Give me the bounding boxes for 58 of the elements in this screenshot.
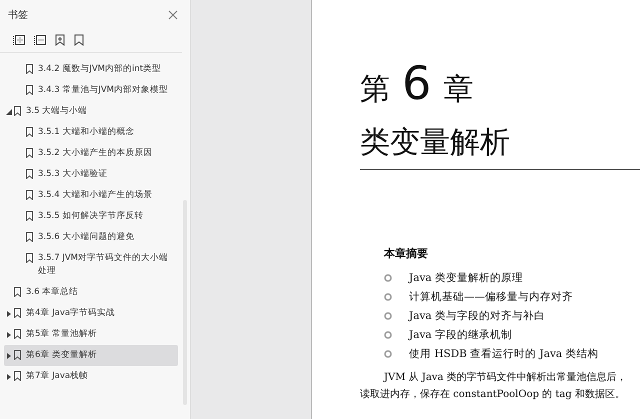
add-bookmark-icon[interactable] bbox=[55, 34, 65, 46]
summary-item: Java 类与字段的对齐与补白 bbox=[409, 309, 545, 323]
bookmark-item[interactable]: 第5章 常量池解析 bbox=[4, 324, 178, 345]
bookmark-item[interactable]: 第7章 Java栈帧 bbox=[4, 366, 178, 387]
bookmark-icon bbox=[14, 106, 21, 116]
chapter-label: 章 bbox=[443, 71, 474, 109]
bookmark-icon bbox=[26, 169, 33, 179]
collapse-all-icon[interactable] bbox=[34, 34, 46, 46]
paragraph-line: JVM 从 Java 类的字节码文件中解析出常量池信息后， bbox=[382, 370, 628, 385]
panel-title: 书签 bbox=[8, 8, 28, 22]
bookmark-icon bbox=[26, 148, 33, 158]
bookmark-item[interactable]: 3.5.1 大端和小端的概念 bbox=[4, 122, 178, 143]
bookmark-item[interactable]: 3.6 本章总结 bbox=[4, 282, 178, 303]
close-icon[interactable] bbox=[168, 10, 178, 20]
bookmark-icon bbox=[26, 253, 33, 263]
chapter-label: 第 bbox=[360, 71, 390, 109]
bookmark-icon[interactable] bbox=[74, 34, 84, 46]
bookmark-item[interactable]: 3.4.3 常量池与JVM内部对象模型 bbox=[4, 80, 178, 101]
bookmark-icon bbox=[14, 287, 21, 297]
expand-all-icon[interactable] bbox=[13, 34, 25, 46]
bookmark-item[interactable]: 3.5.3 大小端验证 bbox=[4, 164, 178, 185]
bookmark-item[interactable]: 3.5.7 JVM对字节码文件的大小端处理 bbox=[4, 248, 178, 282]
bookmark-item[interactable]: 3.5.2 大小端产生的本质原因 bbox=[4, 143, 178, 164]
bullet-icon bbox=[384, 293, 392, 301]
bullet-icon bbox=[384, 274, 392, 282]
bookmark-item[interactable]: 第6章 类变量解析 bbox=[4, 345, 178, 366]
bookmark-item[interactable]: 3.5.5 如何解决字节序反转 bbox=[4, 206, 178, 227]
summary-item: Java 字段的继承机制 bbox=[409, 328, 512, 342]
summary-heading: 本章摘要 bbox=[384, 246, 429, 261]
summary-item: Java 类变量解析的原理 bbox=[409, 271, 523, 285]
bookmark-item[interactable]: 3.5.4 大端和小端产生的场景 bbox=[4, 185, 178, 206]
bullet-icon bbox=[384, 312, 392, 320]
bookmark-icon bbox=[26, 127, 33, 137]
bookmark-item[interactable]: 3.5.6 大小端问题的避免 bbox=[4, 227, 178, 248]
collapsed-arrow-icon[interactable] bbox=[6, 374, 12, 380]
bookmark-icon bbox=[26, 190, 33, 200]
bookmark-icon bbox=[14, 308, 21, 318]
summary-item: 计算机基础——偏移量与内存对齐 bbox=[409, 290, 573, 304]
expanded-arrow-icon[interactable] bbox=[6, 108, 12, 114]
collapsed-arrow-icon[interactable] bbox=[6, 352, 12, 358]
bookmark-item[interactable]: 第4章 Java字节码实战 bbox=[4, 303, 178, 324]
bookmark-icon bbox=[14, 329, 21, 339]
bookmark-icon bbox=[26, 85, 33, 95]
bookmark-icon bbox=[14, 350, 21, 360]
bookmark-icon bbox=[26, 211, 33, 221]
summary-item: 使用 HSDB 查看运行时的 Java 类结构 bbox=[409, 347, 598, 361]
bookmark-icon bbox=[14, 371, 21, 381]
chapter-title: 类变量解析 bbox=[360, 124, 511, 162]
bookmark-item[interactable]: 3.5 大端与小端 bbox=[4, 101, 178, 122]
collapsed-arrow-icon[interactable] bbox=[6, 332, 12, 338]
bookmark-icon bbox=[26, 232, 33, 242]
bookmark-item[interactable]: 3.4.2 魔数与JVM内部的int类型 bbox=[4, 59, 178, 80]
paragraph-line: 读取进内存，保存在 constantPoolOop 的 tag 和数据区。 bbox=[360, 388, 626, 402]
bullet-icon bbox=[384, 331, 392, 339]
collapsed-arrow-icon[interactable] bbox=[6, 310, 12, 316]
bullet-icon bbox=[384, 350, 392, 358]
chapter-number: 6 bbox=[402, 60, 432, 106]
bookmark-icon bbox=[26, 64, 33, 74]
